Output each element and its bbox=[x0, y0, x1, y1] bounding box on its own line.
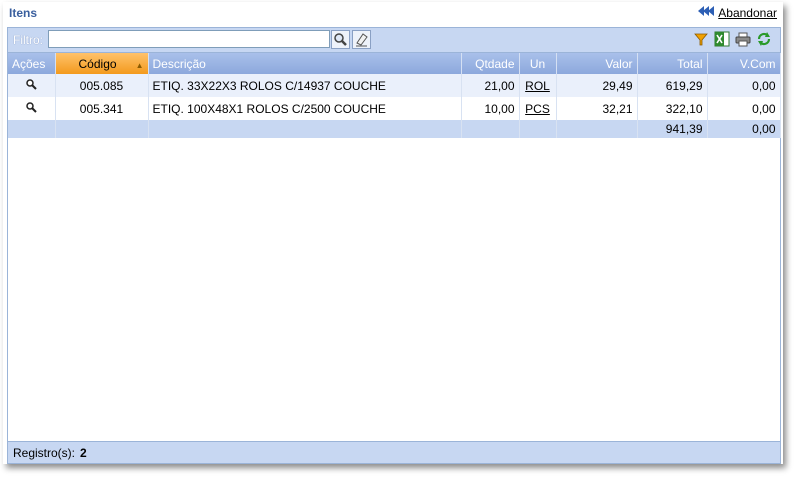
column-header-descricao[interactable]: Descrição bbox=[148, 53, 462, 74]
cell-total: 322,10 bbox=[637, 97, 708, 120]
cell-valor: 29,49 bbox=[556, 74, 638, 97]
totals-empty-cell bbox=[519, 120, 557, 138]
title-bar: Itens Abandonar bbox=[3, 2, 783, 24]
cell-codigo: 005.341 bbox=[55, 97, 149, 120]
filter-bar: Filtro: bbox=[8, 28, 780, 53]
totals-empty-cell bbox=[461, 120, 520, 138]
column-header-qtdade[interactable]: Qtdade bbox=[461, 53, 520, 74]
page-title: Itens bbox=[9, 6, 38, 20]
total-sum: 941,39 bbox=[637, 120, 708, 138]
cell-un-link[interactable]: PCS bbox=[519, 97, 557, 120]
items-panel: Itens Abandonar Filtro: Ações Código ▲ D… bbox=[3, 2, 783, 464]
abandon-link[interactable]: Abandonar bbox=[698, 5, 777, 20]
column-header-acoes[interactable]: Ações bbox=[8, 53, 56, 74]
column-header-total[interactable]: Total bbox=[637, 53, 708, 74]
status-bar: Registro(s): 2 bbox=[8, 441, 780, 463]
rewind-icon bbox=[698, 5, 715, 20]
column-header-codigo-label: Código bbox=[78, 56, 117, 71]
search-icon bbox=[334, 33, 347, 46]
cell-descricao: ETIQ. 100X48X1 ROLOS C/2500 COUCHE bbox=[148, 97, 462, 120]
totals-empty-cell bbox=[556, 120, 638, 138]
records-label: Registro(s): bbox=[13, 446, 76, 460]
eraser-icon bbox=[356, 33, 368, 47]
vcom-sum: 0,00 bbox=[707, 120, 781, 138]
totals-empty-cell bbox=[55, 120, 149, 138]
row-actions bbox=[8, 97, 56, 120]
cell-codigo: 005.085 bbox=[55, 74, 149, 97]
table-row: 005.085 ETIQ. 33X22X3 ROLOS C/14937 COUC… bbox=[8, 74, 781, 97]
cell-vcom: 0,00 bbox=[707, 97, 781, 120]
filter-label: Filtro: bbox=[13, 33, 43, 47]
totals-empty-cell bbox=[148, 120, 462, 138]
row-actions bbox=[8, 74, 56, 97]
magnifier-icon[interactable] bbox=[25, 101, 37, 113]
cell-vcom: 0,00 bbox=[707, 74, 781, 97]
table-header-row: Ações Código ▲ Descrição Qtdade Un Valor … bbox=[8, 53, 781, 74]
magnifier-icon[interactable] bbox=[25, 78, 37, 90]
filter-icon[interactable] bbox=[693, 31, 709, 47]
cell-qtdade: 21,00 bbox=[461, 74, 520, 97]
table-row: 005.341 ETIQ. 100X48X1 ROLOS C/2500 COUC… bbox=[8, 97, 781, 120]
totals-empty-cell bbox=[8, 120, 56, 138]
toolbar-icons bbox=[693, 31, 772, 47]
totals-row: 941,39 0,00 bbox=[8, 120, 781, 138]
cell-valor: 32,21 bbox=[556, 97, 638, 120]
filter-input[interactable] bbox=[48, 30, 330, 48]
cell-total: 619,29 bbox=[637, 74, 708, 97]
records-count: 2 bbox=[80, 446, 87, 460]
excel-icon[interactable] bbox=[714, 31, 730, 47]
cell-qtdade: 10,00 bbox=[461, 97, 520, 120]
cell-descricao: ETIQ. 33X22X3 ROLOS C/14937 COUCHE bbox=[148, 74, 462, 97]
items-grid: Filtro: Ações Código ▲ Descrição Qtdade … bbox=[7, 27, 781, 464]
cell-un-link[interactable]: ROL bbox=[519, 74, 557, 97]
column-header-valor[interactable]: Valor bbox=[556, 53, 638, 74]
column-header-un[interactable]: Un bbox=[519, 53, 557, 74]
items-table: Ações Código ▲ Descrição Qtdade Un Valor … bbox=[8, 53, 781, 138]
refresh-icon[interactable] bbox=[756, 31, 772, 47]
clear-filter-button[interactable] bbox=[352, 30, 371, 49]
print-icon[interactable] bbox=[735, 31, 751, 47]
column-header-codigo[interactable]: Código ▲ bbox=[55, 53, 149, 74]
column-header-vcom[interactable]: V.Com bbox=[707, 53, 781, 74]
abandon-label[interactable]: Abandonar bbox=[718, 6, 777, 20]
search-button[interactable] bbox=[331, 30, 350, 49]
sort-up-icon: ▲ bbox=[135, 60, 144, 70]
